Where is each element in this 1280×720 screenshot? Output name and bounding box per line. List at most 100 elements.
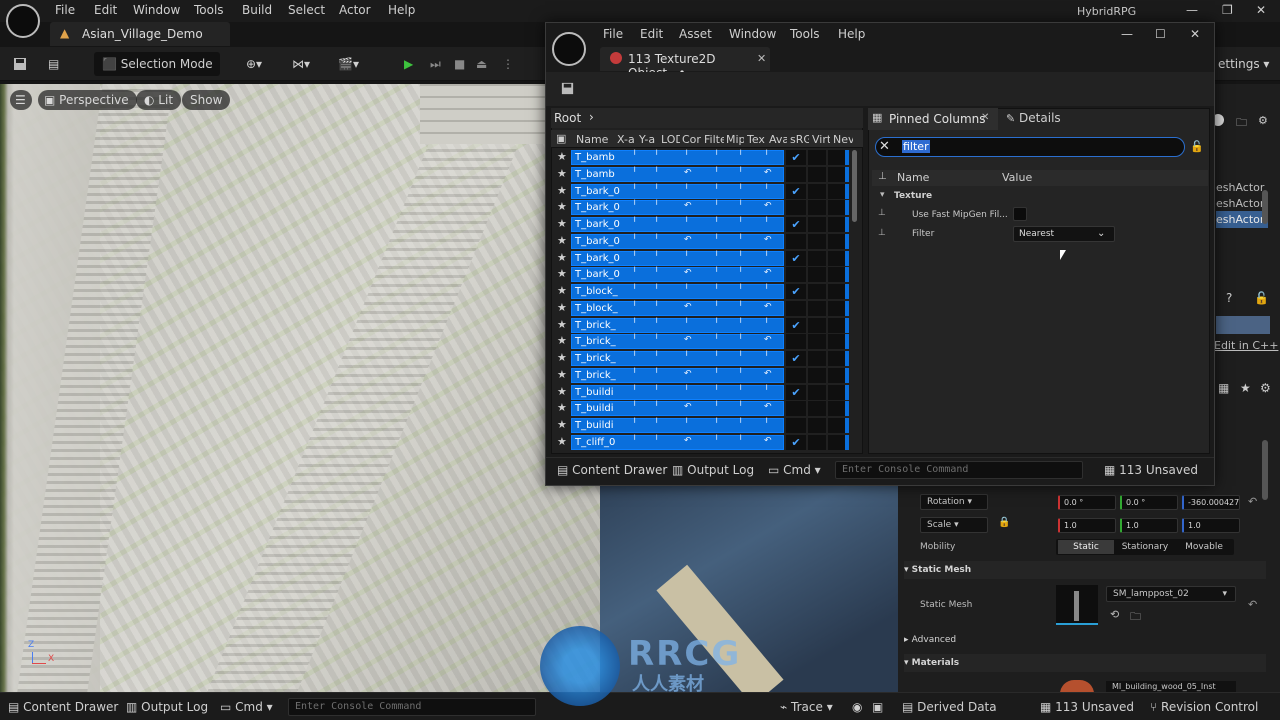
menu-edit[interactable]: Edit — [94, 3, 117, 17]
srgb-checkbox[interactable]: ✔ — [786, 351, 806, 366]
save-column-icon[interactable]: ▣ — [556, 132, 568, 145]
scale-dropdown[interactable]: Scale ▾ — [920, 517, 988, 533]
details-scrollbar[interactable] — [1262, 440, 1268, 500]
row-checkbox[interactable] — [828, 318, 846, 333]
pin-row-icon[interactable]: ★ — [557, 167, 569, 180]
column-lod[interactable]: LOD — [661, 133, 680, 146]
menu-file[interactable]: File — [55, 3, 75, 17]
pin-row-icon[interactable]: ★ — [557, 284, 569, 297]
settings-gear-icon[interactable]: ⚙ — [1258, 114, 1268, 127]
row-checkbox[interactable] — [828, 435, 846, 450]
pin-row-icon[interactable]: ★ — [557, 368, 569, 381]
pinned-tab-close-icon[interactable]: ✕ — [981, 112, 989, 123]
pin-row-icon[interactable]: ★ — [557, 301, 569, 314]
row-checkbox[interactable] — [808, 385, 826, 400]
eject-icon[interactable]: ⏏ — [476, 52, 492, 76]
reset-mesh-icon[interactable]: ↶ — [1248, 598, 1257, 611]
output-log-button[interactable]: ▥ Output Log — [126, 700, 208, 714]
help-icon[interactable]: ? — [1226, 291, 1232, 305]
srgb-checkbox[interactable] — [786, 368, 806, 383]
row-checkbox[interactable] — [828, 217, 846, 232]
row-checkbox[interactable] — [828, 368, 846, 383]
table-row[interactable]: T_brick_ — [571, 334, 784, 349]
row-checkbox[interactable] — [828, 150, 846, 165]
row-checkbox[interactable] — [808, 435, 826, 450]
table-row[interactable]: T_bark_0 — [571, 251, 784, 266]
content-browser-icon[interactable]: ▤ — [48, 52, 68, 76]
srgb-checkbox[interactable]: ✔ — [786, 385, 806, 400]
column-never-stream[interactable]: Nev — [833, 133, 853, 146]
pin-row-icon[interactable]: ★ — [557, 184, 569, 197]
win-menu-file[interactable]: File — [603, 27, 623, 41]
column-virtual[interactable]: Virt — [812, 133, 830, 146]
row-checkbox[interactable] — [828, 284, 846, 299]
window-save-icon[interactable] — [560, 81, 575, 96]
outliner-item-selected[interactable]: eshActor — [1216, 211, 1268, 228]
breadcrumb[interactable]: Root › — [551, 108, 863, 128]
row-checkbox[interactable] — [808, 301, 826, 316]
menu-select[interactable]: Select — [288, 3, 325, 17]
row-checkbox[interactable] — [808, 284, 826, 299]
menu-tools[interactable]: Tools — [194, 3, 224, 17]
scale-y-field[interactable]: 1.0 — [1120, 518, 1178, 533]
browse-icon[interactable]: 🗀 — [1130, 608, 1141, 627]
srgb-checkbox[interactable] — [786, 200, 806, 215]
win-menu-edit[interactable]: Edit — [640, 27, 663, 41]
breadcrumb-root[interactable]: Root — [554, 111, 581, 125]
cmd-dropdown[interactable]: ▭ Cmd ▾ — [220, 700, 273, 714]
grid-view-icon[interactable]: ▦ — [1218, 381, 1229, 395]
column-srgb[interactable]: sRG — [790, 133, 809, 146]
row-checkbox[interactable] — [828, 401, 846, 416]
srgb-checkbox[interactable] — [786, 334, 806, 349]
row-checkbox[interactable] — [828, 351, 846, 366]
pin-row-icon[interactable]: ★ — [557, 234, 569, 247]
win-cmd-dropdown[interactable]: ▭ Cmd ▾ — [768, 463, 821, 477]
menu-window[interactable]: Window — [133, 3, 180, 17]
show-button[interactable]: Show — [182, 90, 231, 110]
table-row[interactable]: T_block_ — [571, 301, 784, 316]
scale-lock-icon[interactable]: 🔒 — [998, 517, 1010, 528]
console-input[interactable]: Enter Console Command — [288, 698, 536, 716]
materials-section[interactable]: ▾ Materials — [904, 654, 1266, 672]
srgb-checkbox[interactable] — [786, 418, 806, 433]
table-row[interactable]: T_buildi — [571, 385, 784, 400]
srgb-checkbox[interactable]: ✔ — [786, 318, 806, 333]
scale-z-field[interactable]: 1.0 — [1182, 518, 1240, 533]
blueprint-button[interactable] — [1216, 316, 1270, 334]
blueprint-icon[interactable]: ⋈▾ — [292, 52, 324, 76]
pin-icon[interactable]: ⊥ — [878, 208, 886, 218]
table-row[interactable]: T_brick_ — [571, 318, 784, 333]
row-checkbox[interactable] — [808, 150, 826, 165]
win-menu-asset[interactable]: Asset — [679, 27, 712, 41]
win-menu-help[interactable]: Help — [838, 27, 865, 41]
pinned-columns-tab[interactable]: ▦ Pinned Columns ✕ — [868, 108, 998, 130]
content-drawer-button[interactable]: ▤ Content Drawer — [8, 700, 118, 714]
row-checkbox[interactable] — [808, 251, 826, 266]
srgb-checkbox[interactable]: ✔ — [786, 217, 806, 232]
srgb-checkbox[interactable]: ✔ — [786, 251, 806, 266]
row-checkbox[interactable] — [828, 184, 846, 199]
row-checkbox[interactable] — [828, 267, 846, 282]
play-button[interactable]: ▶ — [404, 52, 422, 76]
perspective-button[interactable]: ▣ Perspective — [38, 90, 137, 110]
row-checkbox[interactable] — [808, 418, 826, 433]
minimize-icon[interactable]: — — [1186, 3, 1198, 17]
table-row[interactable]: T_block_ — [571, 284, 784, 299]
outliner-item[interactable]: eshActor — [1216, 181, 1264, 194]
clear-filter-icon[interactable]: ✕ — [879, 139, 890, 154]
row-checkbox[interactable] — [828, 385, 846, 400]
texture-category[interactable]: ▾ Texture — [872, 190, 1208, 204]
tab-close-icon[interactable]: ✕ — [757, 52, 766, 65]
pin-row-icon[interactable]: ★ — [557, 217, 569, 230]
row-checkbox[interactable] — [808, 318, 826, 333]
rotation-y-field[interactable]: 0.0 ° — [1120, 495, 1178, 510]
trace-dropdown[interactable]: ⌁ Trace ▾ — [780, 700, 833, 714]
row-checkbox[interactable] — [828, 234, 846, 249]
static-mesh-thumbnail[interactable] — [1056, 585, 1098, 625]
win-menu-tools[interactable]: Tools — [790, 27, 820, 41]
srgb-checkbox[interactable] — [786, 234, 806, 249]
lock-icon[interactable]: 🔓 — [1254, 291, 1269, 305]
reset-rotation-icon[interactable]: ↶ — [1248, 495, 1257, 508]
pin-row-icon[interactable]: ★ — [557, 334, 569, 347]
pin-row-icon[interactable]: ★ — [557, 200, 569, 213]
